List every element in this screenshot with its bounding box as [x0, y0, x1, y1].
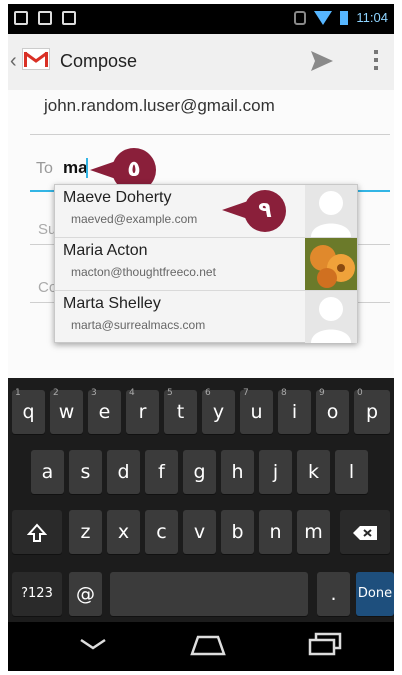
contact-name: Marta Shelley — [63, 295, 161, 312]
key-u[interactable]: 7u — [240, 388, 273, 434]
key-j[interactable]: j — [259, 450, 292, 494]
key-i[interactable]: 8i — [278, 388, 311, 434]
contact-email: marta@surrealmacs.com — [71, 318, 206, 332]
key-z[interactable]: z — [69, 510, 102, 554]
gmail-logo-icon[interactable] — [22, 48, 50, 70]
divider — [30, 134, 390, 135]
key-f[interactable]: f — [145, 450, 178, 494]
send-icon[interactable] — [310, 50, 334, 77]
backspace-icon — [353, 525, 377, 540]
backspace-key[interactable] — [340, 510, 390, 554]
flower-photo-avatar — [305, 238, 357, 290]
key-m[interactable]: m — [297, 510, 330, 554]
suggestion-item[interactable]: Maeve Doherty maeved@example.com — [55, 185, 357, 238]
key-y[interactable]: 6y — [202, 388, 235, 434]
contact-email: maeved@example.com — [71, 212, 198, 226]
key-a[interactable]: a — [31, 450, 64, 494]
key-k[interactable]: k — [297, 450, 330, 494]
done-key[interactable]: Done — [356, 572, 394, 616]
key-q[interactable]: 1q — [12, 388, 45, 434]
symbols-key[interactable]: ?123 — [12, 572, 62, 616]
notification-icon — [38, 11, 52, 25]
key-d[interactable]: d — [107, 450, 140, 494]
action-bar: ‹ Compose — [8, 34, 394, 91]
from-account[interactable]: john.random.luser@gmail.com — [44, 96, 275, 116]
soft-keyboard: 1q 2w 3e 4r 5t 6y 7u 8i 9o 0p a s d f g … — [8, 378, 394, 622]
screen-title: Compose — [60, 51, 138, 71]
vibrate-icon — [294, 10, 307, 25]
to-label: To — [36, 160, 53, 177]
notification-icon — [62, 11, 76, 25]
system-icons: 11:04 — [294, 10, 388, 25]
home-icon[interactable] — [188, 634, 228, 661]
key-e[interactable]: 3e — [88, 388, 121, 434]
text-cursor — [86, 158, 88, 178]
space-key[interactable] — [110, 572, 308, 616]
contact-name: Maria Acton — [63, 242, 148, 259]
suggestion-item[interactable]: Marta Shelley marta@surrealmacs.com — [55, 291, 357, 343]
key-g[interactable]: g — [183, 450, 216, 494]
key-v[interactable]: v — [183, 510, 216, 554]
suggestion-item[interactable]: Maria Acton macton@thoughtfreeco.net — [55, 238, 357, 291]
period-key[interactable]: . — [317, 572, 350, 616]
phone-screen: 11:04 ‹ Compose john.random.luser@gmail.… — [8, 4, 394, 671]
key-b[interactable]: b — [221, 510, 254, 554]
contact-suggestions: Maeve Doherty maeved@example.com Maria A… — [54, 184, 358, 343]
notification-icon — [14, 11, 28, 25]
status-bar: 11:04 — [8, 4, 394, 34]
key-p[interactable]: 0p — [354, 388, 390, 434]
key-w[interactable]: 2w — [50, 388, 83, 434]
key-r[interactable]: 4r — [126, 388, 159, 434]
key-t[interactable]: 5t — [164, 388, 197, 434]
battery-icon — [340, 10, 349, 25]
key-c[interactable]: c — [145, 510, 178, 554]
back-chevron-down-icon[interactable] — [78, 636, 108, 657]
notification-icons — [14, 11, 76, 25]
navigation-bar — [8, 622, 394, 671]
overflow-menu-icon[interactable] — [374, 50, 378, 74]
key-l[interactable]: l — [335, 450, 368, 494]
contact-email: macton@thoughtfreeco.net — [71, 265, 216, 279]
recent-apps-icon[interactable] — [308, 632, 342, 661]
shift-key[interactable] — [12, 510, 62, 554]
key-s[interactable]: s — [69, 450, 102, 494]
wifi-icon — [314, 10, 333, 25]
to-input[interactable]: ma — [63, 158, 88, 178]
callout-badge: ٩ — [244, 190, 286, 232]
shift-icon — [26, 522, 48, 542]
contact-name: Maeve Doherty — [63, 189, 172, 206]
default-avatar-icon — [305, 291, 357, 343]
default-avatar-icon — [305, 185, 357, 237]
key-h[interactable]: h — [221, 450, 254, 494]
up-caret-icon[interactable]: ‹ — [10, 50, 17, 73]
key-x[interactable]: x — [107, 510, 140, 554]
at-key[interactable]: @ — [69, 572, 102, 616]
status-time: 11:04 — [356, 10, 388, 25]
key-o[interactable]: 9o — [316, 388, 349, 434]
key-n[interactable]: n — [259, 510, 292, 554]
